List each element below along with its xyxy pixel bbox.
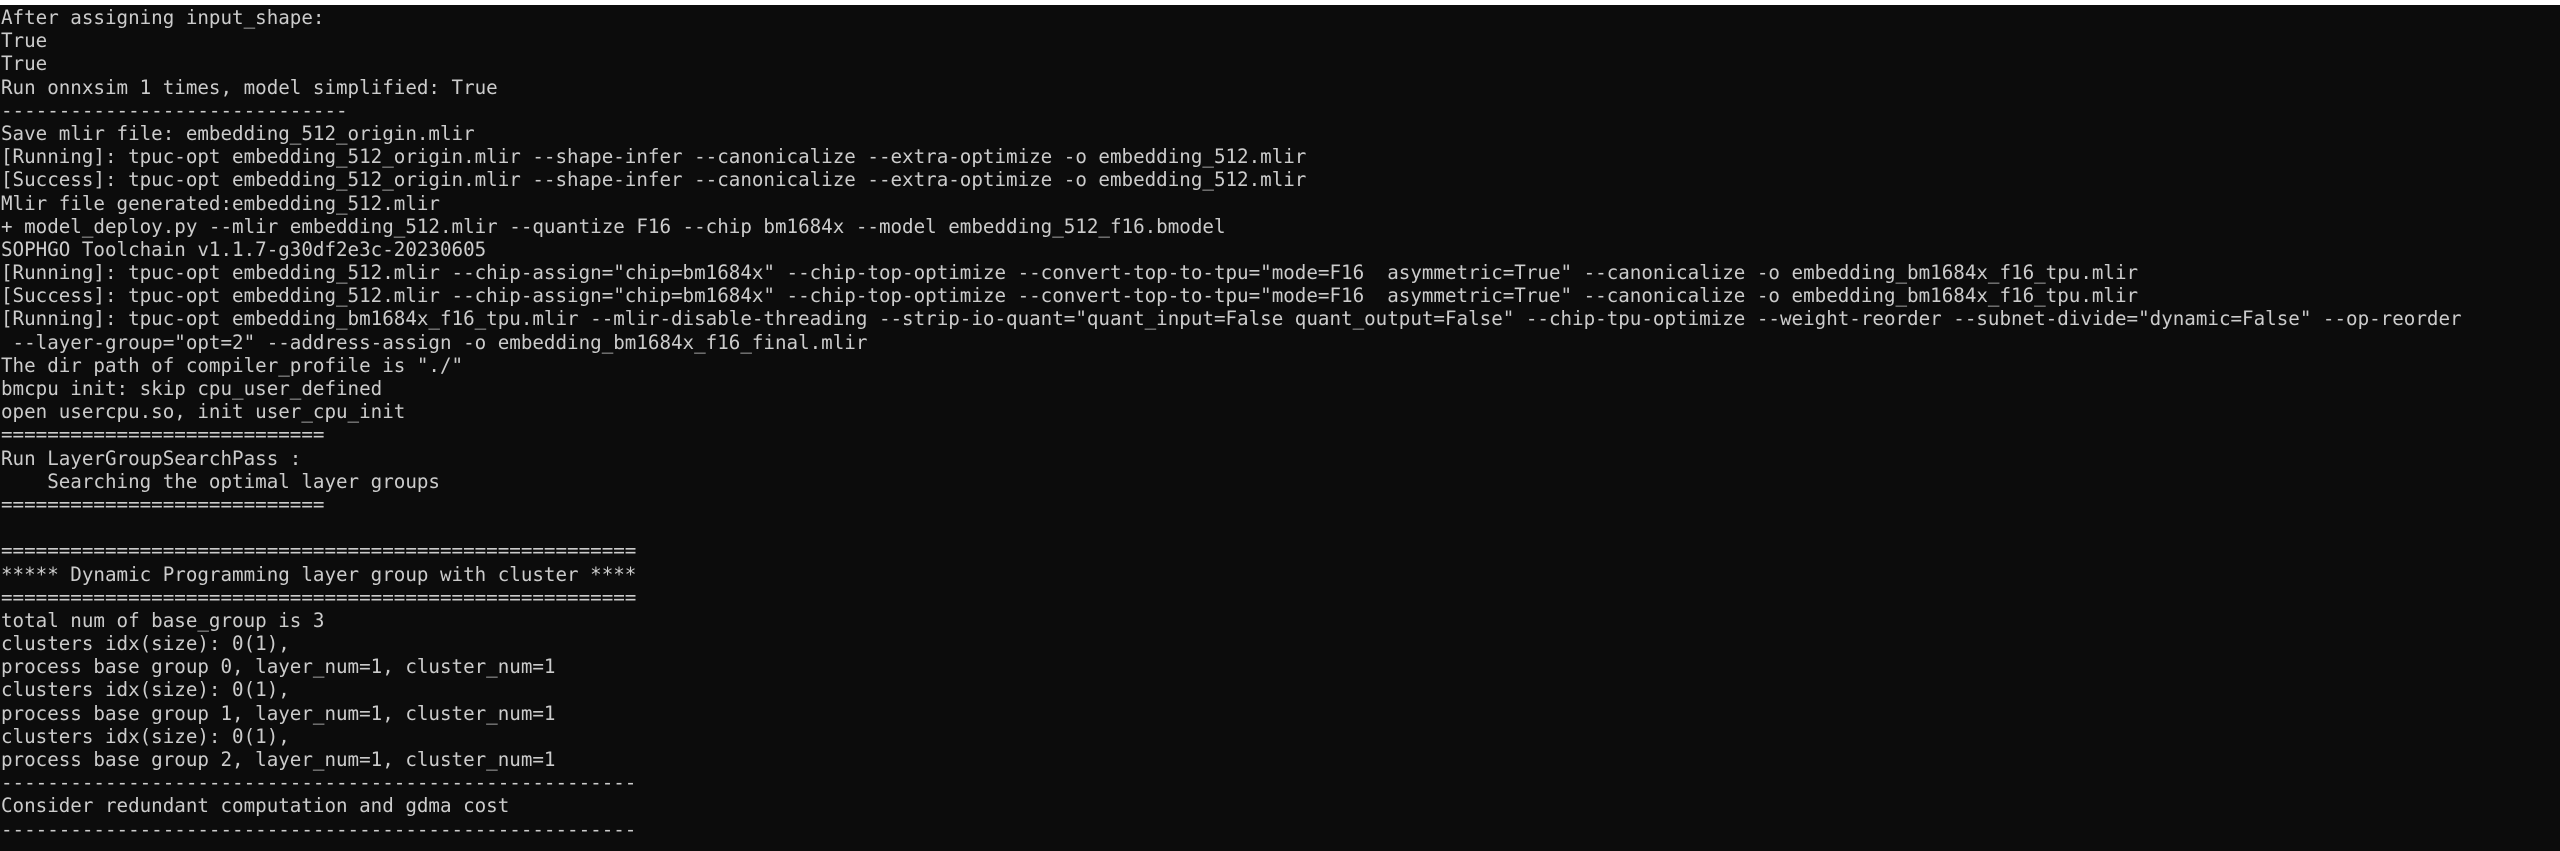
terminal-line: process base group 1, layer_num=1, clust… — [1, 701, 556, 725]
terminal-line: ----------------------------------------… — [1, 841, 2462, 851]
terminal-line: Mlir file generated:embedding_512.mlir — [1, 191, 440, 215]
terminal-line: [Running]: tpuc-opt embedding_512.mlir -… — [1, 261, 2139, 285]
terminal-line: [Success]: tpuc-opt embedding_512_origin… — [1, 168, 1307, 192]
terminal-line: After assigning input_shape: — [1, 6, 325, 29]
terminal-window[interactable]: After assigning input_shape: True True Run … — [0, 0, 2560, 851]
terminal-line: --layer-group="opt=2" --address-assign -… — [1, 330, 868, 354]
terminal-line: clusters idx(size): 0(1), — [1, 678, 290, 702]
terminal-line: ------------------------------ — [1, 98, 348, 122]
terminal-line: The dir path of compiler_profile is "./" — [1, 353, 464, 377]
terminal-line: open usercpu.so, init user_cpu_init — [1, 400, 406, 424]
terminal-line: [Running]: tpuc-opt embedding_512_origin… — [1, 145, 1307, 169]
terminal-line: ========================================… — [1, 539, 637, 563]
terminal-line: Searching the optimal layer groups — [1, 469, 440, 493]
terminal-line: ***** Dynamic Programming layer group wi… — [1, 562, 637, 586]
terminal-line: total num of base_group is 3 — [1, 608, 325, 632]
terminal-line: True — [1, 29, 48, 53]
terminal-line: process base group 0, layer_num=1, clust… — [1, 655, 556, 679]
terminal-line: process base group 2, layer_num=1, clust… — [1, 748, 556, 771]
terminal-line: ========================================… — [1, 585, 637, 609]
terminal-line: Save mlir file: embedding_512_origin.mli… — [1, 121, 475, 145]
terminal-line: + model_deploy.py --mlir embedding_512.m… — [1, 214, 1226, 238]
terminal-line: Run LayerGroupSearchPass : — [1, 446, 302, 470]
terminal-line: clusters idx(size): 0(1), — [1, 724, 290, 748]
terminal-line: clusters idx(size): 0(1), — [1, 632, 290, 656]
terminal-line: bmcpu init: skip cpu_user_defined — [1, 377, 383, 400]
window-top-border — [0, 0, 2560, 5]
terminal-line: [Success]: tpuc-opt embedding_512.mlir -… — [1, 284, 2139, 308]
terminal-line: ============================ — [1, 423, 325, 447]
terminal-line: True — [1, 52, 48, 76]
terminal-line: SOPHGO Toolchain v1.1.7-g30df2e3c-202306… — [1, 237, 487, 261]
terminal-output: After assigning input_shape: True True Run … — [1, 6, 2462, 851]
terminal-line: ----------------------------------------… — [1, 817, 637, 841]
terminal-line: Run onnxsim 1 times, model simplified: T… — [1, 75, 498, 99]
terminal-line: Consider redundant computation and gdma … — [1, 794, 510, 818]
terminal-line: [Running]: tpuc-opt embedding_bm1684x_f1… — [1, 307, 2462, 331]
terminal-line: ============================ — [1, 492, 325, 516]
terminal-line: ----------------------------------------… — [1, 771, 637, 795]
